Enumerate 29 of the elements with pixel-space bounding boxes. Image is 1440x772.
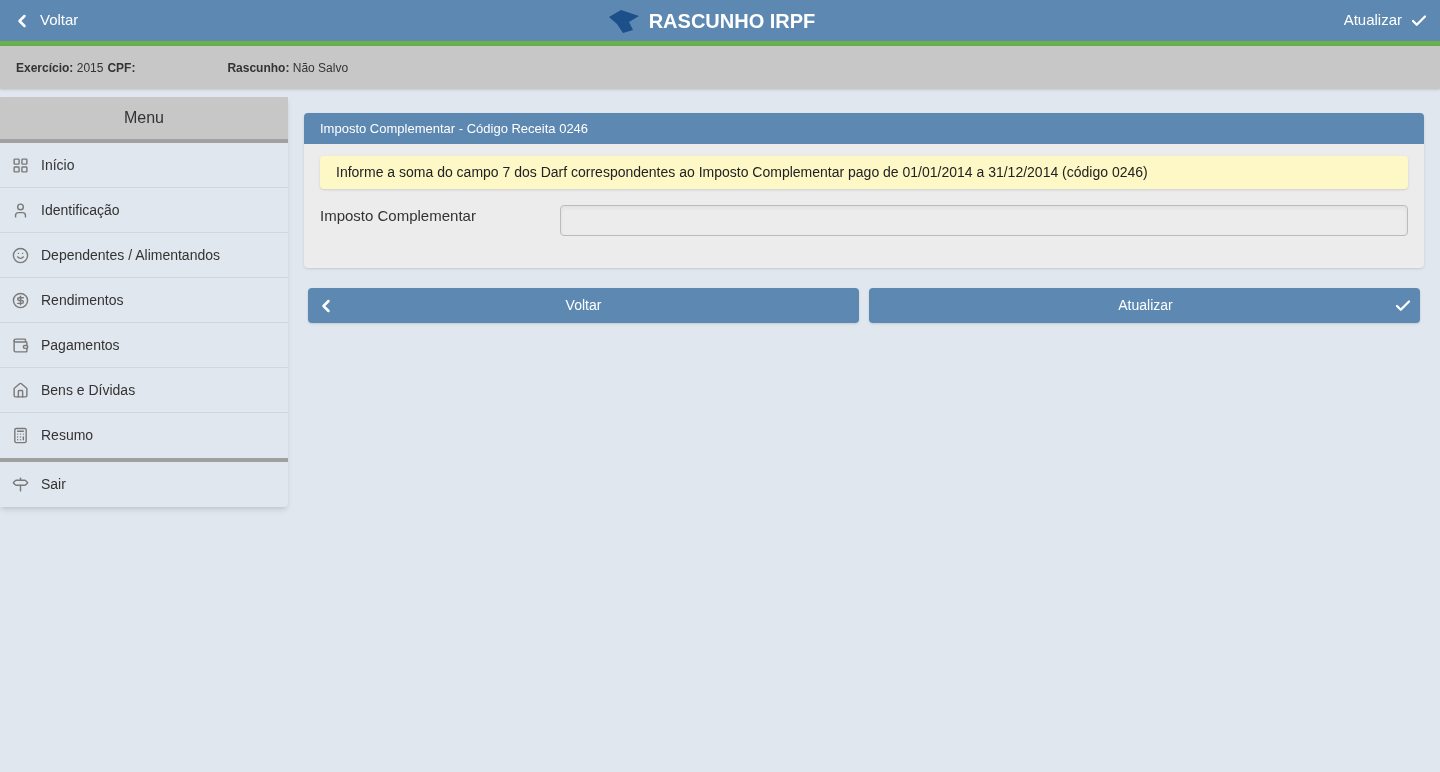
menu-item[interactable]: Sair (0, 462, 288, 507)
field-label: Imposto Complementar (320, 206, 477, 226)
menu-item[interactable]: Resumo (0, 413, 288, 458)
back-link[interactable]: Voltar (12, 9, 79, 32)
calculator-icon (12, 427, 29, 444)
info-field: CPF: (107, 58, 136, 77)
info-field: Rascunho: Não Salvo (227, 58, 349, 77)
update-button[interactable]: Atualizar (869, 288, 1420, 323)
menu-title: Menu (0, 97, 288, 143)
wallet-icon (12, 336, 29, 354)
dollar-coin-icon (12, 291, 29, 309)
menu-item[interactable]: Identificação (0, 188, 288, 233)
menu-item[interactable]: Rendimentos (0, 278, 288, 323)
menu-item[interactable]: Pagamentos (0, 323, 288, 368)
app-title: RASCUNHO IRPF (648, 8, 816, 34)
signpost-icon (12, 476, 29, 493)
menu-item[interactable]: Dependentes / Alimentandos (0, 233, 288, 278)
info-field: Exercício: 2015 (16, 58, 104, 77)
panel-title: Imposto Complementar - Código Receita 0246 (304, 113, 1424, 144)
update-link[interactable]: Atualizar (1343, 9, 1428, 32)
input-field[interactable] (560, 205, 1408, 236)
person-icon (12, 201, 29, 219)
house-icon (12, 381, 29, 399)
notice-message: Informe a soma do campo 7 dos Darf correspondentes ao Imposto Complementar pago de 01/01/2014 a 31/12/2014 (código 0246) (320, 156, 1408, 189)
menu-item[interactable]: Início (0, 143, 288, 188)
smiling-face-icon (12, 246, 29, 264)
back-button[interactable]: Voltar (308, 288, 859, 323)
grid-icon (12, 156, 29, 174)
menu-item[interactable]: Bens e Dívidas (0, 368, 288, 413)
